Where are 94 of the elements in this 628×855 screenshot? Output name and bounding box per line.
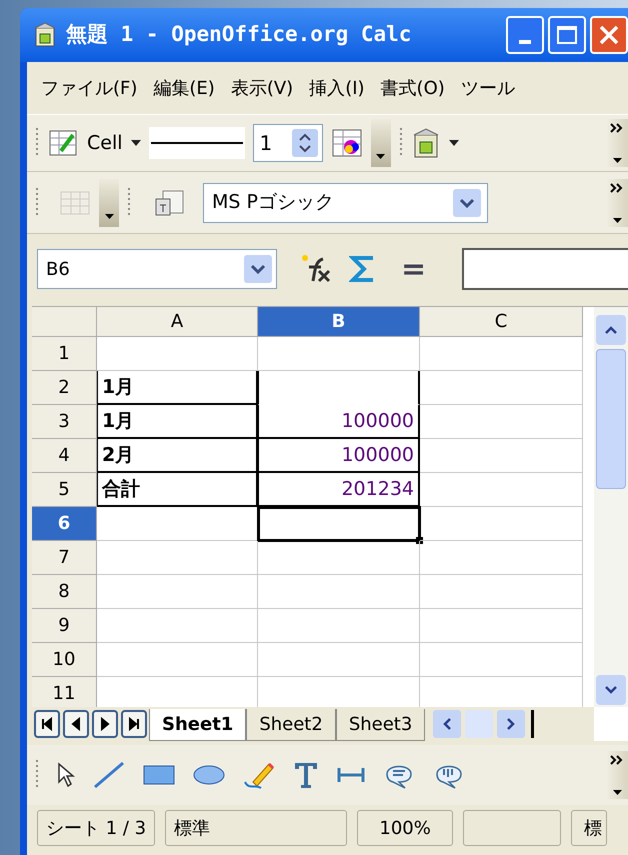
- chevron-icon[interactable]: [604, 325, 618, 335]
- minimize-button[interactable]: [506, 16, 544, 54]
- row-header[interactable]: 6: [32, 507, 97, 541]
- row-header[interactable]: 9: [32, 609, 97, 643]
- column-header[interactable]: C: [420, 307, 583, 337]
- caret-icon[interactable]: [612, 790, 622, 795]
- menu-item[interactable]: ファイル(F): [37, 74, 142, 102]
- row-header[interactable]: 7: [32, 541, 97, 575]
- next-sheet-button[interactable]: [92, 710, 118, 738]
- table-cell[interactable]: 201234: [258, 473, 420, 507]
- maximize-button[interactable]: [548, 16, 586, 54]
- table-cell[interactable]: 合計: [97, 473, 258, 507]
- column-header[interactable]: A: [97, 307, 258, 337]
- row-header[interactable]: 4: [32, 439, 97, 473]
- vertical-scrollbar[interactable]: [594, 307, 628, 707]
- scroll-right-button[interactable]: [497, 710, 526, 738]
- window-title: 無題 1 - OpenOffice.org Calc: [66, 21, 412, 48]
- scroll-left-button[interactable]: [433, 710, 462, 738]
- zoom-status: 100%: [357, 810, 454, 846]
- dropdown-caret-icon[interactable]: [448, 140, 459, 146]
- selection-mode-status: 標: [571, 810, 608, 846]
- last-icon[interactable]: [126, 716, 142, 732]
- dropdown-caret-icon[interactable]: [130, 140, 141, 146]
- first-sheet-button[interactable]: [34, 710, 60, 738]
- name-box[interactable]: B6: [37, 249, 277, 289]
- scroll-thumb[interactable]: [465, 710, 494, 738]
- table-cell[interactable]: 100000: [258, 439, 420, 473]
- caret-icon[interactable]: [376, 154, 386, 159]
- menu-item[interactable]: 挿入(I): [305, 74, 369, 102]
- menu-item[interactable]: 編集(E): [149, 74, 219, 102]
- toolbar-overflow-button[interactable]: [99, 178, 119, 226]
- grip-icon: [398, 128, 403, 158]
- menu-item[interactable]: ツール: [456, 74, 519, 102]
- menu-item[interactable]: 書式(O): [376, 74, 449, 102]
- font-name-box[interactable]: MS Pゴシック: [203, 182, 488, 222]
- pencil-icon[interactable]: [243, 760, 275, 790]
- color-table-icon[interactable]: [330, 127, 363, 159]
- close-icon[interactable]: [598, 24, 620, 46]
- row-header[interactable]: 3: [32, 405, 97, 439]
- row-header[interactable]: 8: [32, 575, 97, 609]
- caret-icon[interactable]: [612, 218, 622, 222]
- grip-icon: [35, 760, 39, 790]
- table-cell[interactable]: 2月: [97, 439, 258, 473]
- toolbar-overflow-button[interactable]: [370, 119, 391, 167]
- table-cell[interactable]: [258, 371, 420, 405]
- spinner-arrows-icon[interactable]: [292, 129, 318, 157]
- sheet-tab[interactable]: Sheet2: [246, 709, 336, 741]
- function-wizard-icon[interactable]: [299, 253, 333, 285]
- toolbar-overflow-button[interactable]: [606, 178, 628, 226]
- caret-icon[interactable]: [612, 158, 622, 163]
- grip-icon: [35, 128, 39, 158]
- double-chevron-icon[interactable]: [610, 123, 624, 133]
- formula-button[interactable]: =: [401, 246, 426, 292]
- caret-icon[interactable]: [104, 214, 114, 218]
- line-width-spinner[interactable]: 1: [252, 124, 323, 162]
- double-chevron-icon[interactable]: [610, 182, 624, 192]
- table-icon: [59, 188, 91, 216]
- pointer-icon[interactable]: [57, 762, 75, 788]
- table-cell[interactable]: 1月: [97, 371, 258, 405]
- last-sheet-button[interactable]: [121, 710, 147, 738]
- row-header[interactable]: 2: [32, 371, 97, 405]
- toolbar-overflow-button[interactable]: [606, 751, 628, 799]
- chevron-right-icon[interactable]: [506, 717, 516, 731]
- table-cell[interactable]: 100000: [258, 405, 420, 439]
- row-header[interactable]: 11: [32, 677, 97, 707]
- line-icon[interactable]: [93, 761, 125, 789]
- row-header[interactable]: 5: [32, 473, 97, 507]
- spreadsheet-icon: [32, 22, 58, 48]
- page-style-status: 標準: [165, 810, 348, 846]
- grip-icon: [35, 188, 39, 218]
- grip-icon: [127, 188, 131, 218]
- chevron-icon[interactable]: [604, 685, 618, 695]
- chevron-left-icon[interactable]: [442, 717, 452, 731]
- line-style-box[interactable]: [148, 127, 245, 159]
- corner-cell[interactable]: [32, 307, 97, 337]
- text-tool-icon[interactable]: [293, 761, 319, 789]
- row-header[interactable]: 10: [32, 643, 97, 677]
- border-style-label[interactable]: Cell: [87, 128, 123, 158]
- double-chevron-icon[interactable]: [610, 755, 624, 765]
- table-cell[interactable]: 1月: [97, 405, 258, 439]
- previous-sheet-button[interactable]: [63, 710, 89, 738]
- first-icon[interactable]: [39, 716, 55, 732]
- sheet-status: シート 1 / 3: [37, 810, 156, 846]
- row-header[interactable]: 1: [32, 337, 97, 371]
- sheet-tab[interactable]: Sheet3: [336, 709, 426, 741]
- menu-item[interactable]: 表示(V): [226, 74, 298, 102]
- rectangle-icon[interactable]: [143, 765, 175, 785]
- dimension-line-icon[interactable]: [337, 765, 365, 785]
- sheet-tab[interactable]: Sheet1: [149, 709, 246, 741]
- column-header[interactable]: B: [258, 307, 420, 337]
- close-button[interactable]: [590, 16, 628, 54]
- ellipse-icon[interactable]: [193, 765, 225, 785]
- toolbar-overflow-button[interactable]: [606, 119, 628, 167]
- formula-input[interactable]: [462, 248, 628, 290]
